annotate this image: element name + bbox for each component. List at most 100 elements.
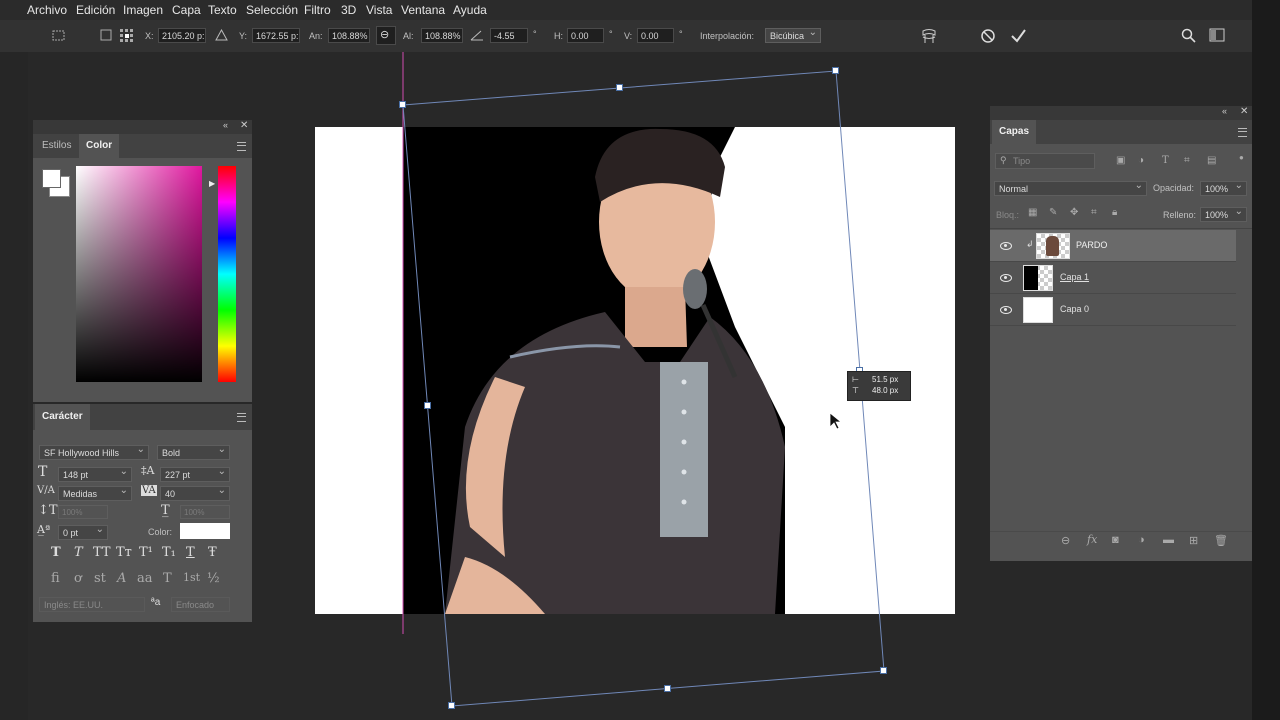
layer-row-capa-1[interactable]: Capa 1 — [990, 262, 1236, 294]
handle-top-left[interactable] — [399, 101, 406, 108]
opacity-field[interactable]: 100% — [1200, 179, 1247, 196]
tracking-field[interactable]: 40 — [160, 484, 230, 501]
layer-row-capa-0[interactable]: Capa 0 — [990, 294, 1236, 326]
swash-icon[interactable]: st — [94, 571, 106, 586]
handle-bottom-left[interactable] — [448, 702, 455, 709]
antialias-select[interactable]: Enfocado — [171, 597, 230, 612]
new-group-icon[interactable]: ▬ — [1163, 534, 1174, 546]
tooltip-line1: 51.5 px — [872, 375, 899, 384]
layers-panel-header: « ✕ — [990, 106, 1252, 120]
language-select[interactable]: Inglés: EE.UU. — [39, 597, 145, 612]
link-layers-icon[interactable]: ⊖ — [1061, 534, 1070, 547]
lock-image-icon[interactable]: ✎ — [1049, 207, 1057, 218]
tab-estilos[interactable]: Estilos — [35, 134, 78, 158]
font-size-icon: T — [38, 464, 48, 480]
layer-row-pardo[interactable]: ↲ PARDO — [990, 230, 1236, 262]
cursor-arrow-icon — [829, 412, 843, 430]
filter-type-icon[interactable]: T — [1162, 155, 1169, 166]
filter-pixel-icon[interactable]: ▣ — [1116, 155, 1125, 166]
all-caps-icon[interactable]: TT — [93, 545, 111, 560]
panel-menu-icon[interactable] — [237, 142, 246, 151]
handle-bottom-right[interactable] — [880, 667, 887, 674]
adjustment-layer-icon[interactable]: ◑ — [1138, 534, 1145, 546]
underline-icon[interactable]: T — [186, 545, 195, 560]
text-color-label: Color: — [148, 527, 173, 537]
kerning-icon: V/A — [37, 485, 55, 496]
color-field[interactable] — [76, 166, 202, 382]
faux-italic-icon[interactable]: T — [74, 545, 83, 560]
filter-shape-icon[interactable]: ⌗ — [1184, 155, 1190, 166]
layer-style-fx-icon[interactable]: fx — [1087, 533, 1097, 546]
kerning-field[interactable]: Medidas — [58, 484, 132, 501]
small-caps-icon[interactable]: Tт — [116, 545, 132, 560]
filter-adjustment-icon[interactable]: ◑ — [1138, 155, 1144, 166]
close-icon[interactable]: ✕ — [240, 120, 248, 131]
handle-top-right[interactable] — [832, 67, 839, 74]
vertical-scale-field[interactable]: 100% — [58, 505, 108, 519]
faux-bold-icon[interactable]: T — [51, 545, 61, 560]
horizontal-scale-icon: T̲ — [161, 503, 170, 518]
lock-label: Bloq.: — [996, 210, 1020, 220]
titling-alternates-icon[interactable]: aa — [137, 571, 153, 586]
delete-layer-icon[interactable]: 🗑︎ — [1214, 534, 1228, 547]
new-layer-icon[interactable]: ⊞ — [1189, 534, 1198, 547]
lock-all-icon[interactable]: 🔒︎ — [1112, 207, 1117, 218]
layers-menu-icon[interactable] — [1238, 128, 1247, 137]
character-menu-icon[interactable] — [237, 413, 246, 422]
subscript-icon[interactable]: T₁ — [162, 545, 176, 560]
font-size-field[interactable]: 148 pt — [58, 465, 132, 482]
layer-name[interactable]: PARDO — [1076, 240, 1107, 250]
visibility-eye-icon[interactable] — [1000, 306, 1012, 314]
lock-artboard-icon[interactable]: ⌗ — [1091, 207, 1097, 218]
lock-position-icon[interactable]: ✥ — [1070, 207, 1078, 218]
tab-caracter[interactable]: Carácter — [35, 404, 90, 430]
filter-toggle-icon[interactable]: ● — [1239, 153, 1244, 162]
add-mask-icon[interactable]: ◙ — [1112, 534, 1119, 546]
character-tabbar: Carácter — [33, 404, 252, 430]
font-family-select[interactable]: SF Hollywood Hills — [39, 443, 149, 460]
ordinals-icon[interactable]: T — [163, 571, 172, 586]
fill-label: Relleno: — [1163, 210, 1197, 220]
font-style-select[interactable]: Bold — [157, 443, 230, 460]
thumbnail-black-area — [1024, 266, 1038, 290]
handle-top-middle[interactable] — [616, 84, 623, 91]
layers-collapse-icon[interactable]: « — [1222, 106, 1227, 116]
hue-slider[interactable] — [218, 166, 236, 382]
fill-field[interactable]: 100% — [1200, 205, 1247, 222]
divider — [990, 228, 1252, 229]
tooltip-line2: 48.0 px — [872, 386, 899, 395]
thumbnail-figure — [1046, 236, 1059, 256]
vertical-scale-icon: ↕T — [38, 503, 58, 518]
blend-mode-select[interactable]: Normal — [994, 179, 1147, 196]
superscript-icon[interactable]: T¹ — [139, 545, 153, 560]
filter-smartobject-icon[interactable]: ▤ — [1207, 155, 1216, 166]
color-panel: « ✕ Estilos Color ▶ — [33, 120, 252, 402]
handle-bottom-middle[interactable] — [664, 685, 671, 692]
layer-thumbnail — [1036, 233, 1070, 259]
horizontal-scale-field[interactable]: 100% — [180, 505, 230, 519]
handle-middle-left[interactable] — [424, 402, 431, 409]
layer-filter-select[interactable]: ⚲ Tipo — [995, 153, 1095, 169]
ligatures-icon[interactable]: ﬁ — [51, 571, 60, 586]
layers-close-icon[interactable]: ✕ — [1240, 106, 1248, 117]
leading-field[interactable]: 227 pt — [160, 465, 230, 482]
superscript-ordinals-icon[interactable]: 1st — [183, 571, 200, 584]
fractions-icon[interactable]: ½ — [207, 571, 220, 586]
opacity-label: Opacidad: — [1153, 183, 1195, 193]
stylistic-alternates-icon[interactable]: A — [117, 571, 126, 586]
foreground-swatch[interactable] — [42, 169, 61, 188]
collapse-icon[interactable]: « — [223, 120, 228, 130]
clipping-arrow-icon: ↲ — [1026, 239, 1034, 249]
tab-capas[interactable]: Capas — [992, 120, 1037, 144]
hue-slider-marker[interactable]: ▶ — [209, 179, 215, 188]
discretionary-ligatures-icon[interactable]: ơ — [74, 571, 82, 586]
visibility-eye-icon[interactable] — [1000, 274, 1012, 282]
lock-transparent-icon[interactable]: ▦ — [1028, 207, 1037, 218]
layer-name[interactable]: Capa 1 — [1060, 272, 1089, 282]
text-color-swatch[interactable] — [180, 523, 230, 539]
layer-name[interactable]: Capa 0 — [1060, 304, 1089, 314]
tab-color[interactable]: Color — [79, 134, 120, 158]
visibility-eye-icon[interactable] — [1000, 242, 1012, 250]
baseline-shift-field[interactable]: 0 pt — [58, 523, 108, 540]
strikethrough-icon[interactable]: Ŧ — [208, 545, 217, 560]
